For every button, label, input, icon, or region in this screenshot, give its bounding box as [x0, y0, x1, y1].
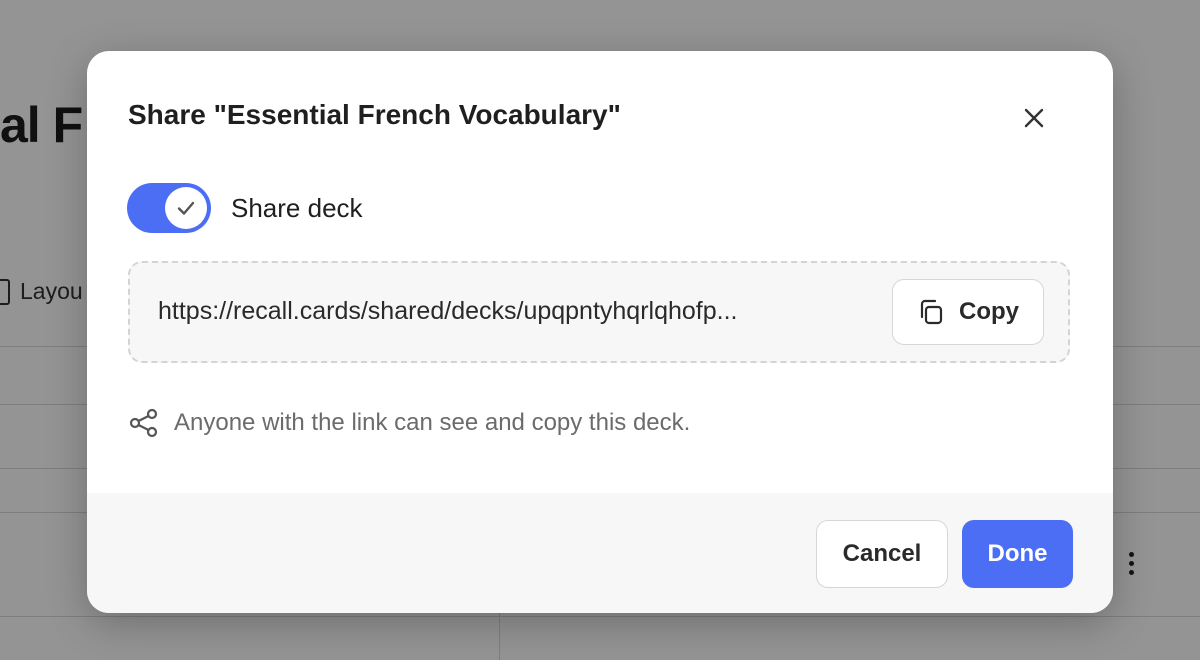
- dialog-title: Share "Essential French Vocabulary": [128, 99, 621, 130]
- copy-icon: [920, 299, 943, 325]
- done-button[interactable]: Done: [962, 520, 1073, 588]
- share-icon: [129, 408, 158, 438]
- share-deck-toggle[interactable]: [127, 183, 211, 233]
- share-hint-text: Anyone with the link can see and copy th…: [174, 409, 691, 436]
- share-dialog: Share "Essential French Vocabulary" Shar…: [87, 51, 1113, 613]
- share-deck-label: Share deck: [231, 192, 363, 223]
- close-icon: [1024, 108, 1044, 128]
- share-toggle-row: Share deck: [127, 183, 363, 233]
- share-link-url[interactable]: https://recall.cards/shared/decks/upqpnt…: [158, 297, 858, 326]
- toggle-knob: [165, 187, 207, 229]
- copy-link-button[interactable]: Copy: [892, 279, 1044, 345]
- dialog-footer: Cancel Done: [87, 493, 1113, 613]
- close-button[interactable]: [1017, 101, 1051, 135]
- check-icon: [177, 201, 195, 215]
- copy-button-label: Copy: [959, 298, 1019, 325]
- share-link-box: https://recall.cards/shared/decks/upqpnt…: [128, 261, 1070, 363]
- cancel-button[interactable]: Cancel: [816, 520, 948, 588]
- share-hint: Anyone with the link can see and copy th…: [128, 407, 690, 439]
